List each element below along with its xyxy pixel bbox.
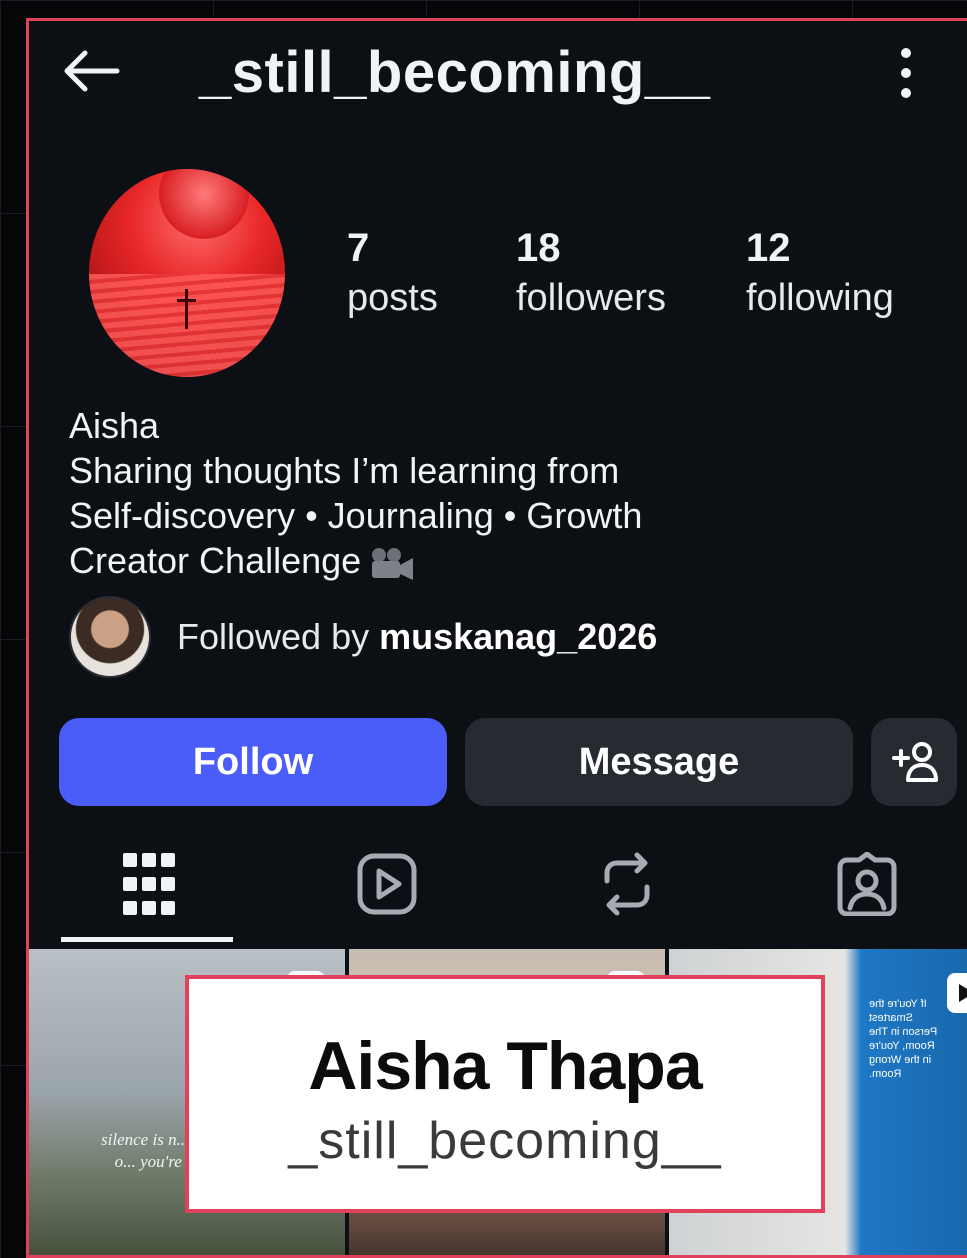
message-button[interactable]: Message [465, 718, 853, 806]
stat-followers[interactable]: 18 followers [516, 226, 666, 320]
tab-tagged[interactable] [807, 829, 927, 939]
stat-posts[interactable]: 7 posts [347, 226, 438, 320]
more-vertical-icon[interactable] [891, 43, 921, 103]
followed-by-text: Followed by muskanag_2026 [177, 616, 657, 658]
bio-line-2: Self-discovery • Journaling • Growth [69, 495, 643, 536]
overlay-handle: _still_becoming__ [288, 1112, 722, 1170]
post-3-text: If You're the Smartest Person in The Roo… [869, 998, 938, 1080]
stat-following-value: 12 [746, 226, 791, 270]
arrow-left-icon[interactable] [59, 47, 123, 95]
stat-posts-label: posts [347, 277, 438, 319]
reposts-icon [604, 852, 650, 916]
profile-avatar[interactable] [89, 169, 285, 377]
tagged-icon [837, 852, 897, 916]
stat-followers-label: followers [516, 277, 666, 319]
follow-button[interactable]: Follow [59, 718, 447, 806]
followed-by-username[interactable]: muskanag_2026 [379, 616, 657, 657]
tab-reposts[interactable] [567, 829, 687, 939]
stat-following-label: following [746, 277, 894, 319]
followed-by-prefix: Followed by [177, 616, 380, 657]
bio-line-3-row: Creator Challenge [69, 538, 642, 583]
tab-grid[interactable] [89, 829, 209, 939]
page-title: _still_becoming__ [199, 40, 711, 105]
followed-by[interactable]: Followed by muskanag_2026 [69, 596, 769, 680]
reel-badge-icon [947, 973, 967, 1013]
bio-line-1: Sharing thoughts I’m learning from [69, 450, 620, 491]
tab-reels[interactable] [327, 829, 447, 939]
movie-camera-icon [372, 548, 414, 581]
stat-following[interactable]: 12 following [746, 226, 894, 320]
add-person-icon [892, 742, 938, 782]
stat-posts-value: 7 [347, 226, 370, 270]
name-overlay-card: Aisha Thapa _still_becoming__ [185, 975, 825, 1213]
reels-icon [357, 853, 417, 915]
follower-avatar[interactable] [69, 596, 151, 678]
top-bar: _still_becoming__ [29, 21, 967, 131]
bio-line-3: Creator Challenge [69, 540, 362, 581]
profile-bio: Aisha Sharing thoughts I’m learning from… [69, 403, 642, 583]
bio-name: Aisha [69, 405, 160, 446]
grid-icon [123, 853, 175, 915]
active-tab-indicator [61, 937, 233, 942]
suggest-user-button[interactable] [871, 718, 957, 806]
profile-tabs [29, 829, 967, 949]
stat-followers-value: 18 [516, 226, 561, 270]
overlay-full-name: Aisha Thapa [308, 1028, 702, 1104]
